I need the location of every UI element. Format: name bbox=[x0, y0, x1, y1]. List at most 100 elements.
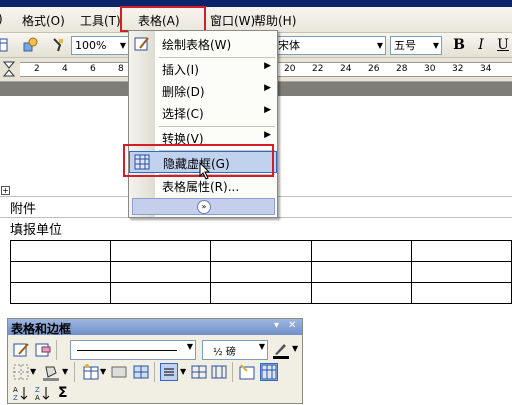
chevron-down-icon: ▼ bbox=[376, 41, 383, 50]
table-cell[interactable] bbox=[9, 261, 112, 283]
chevron-down-icon[interactable]: ▼ bbox=[62, 367, 68, 376]
menu-item-delete[interactable]: 删除(D) ▶ bbox=[129, 80, 277, 102]
autoformat-icon[interactable] bbox=[238, 363, 256, 381]
border-color-icon[interactable] bbox=[272, 341, 290, 359]
tables-borders-toolbar[interactable]: 表格和边框 ▾ ✕ ▼ ½ 磅 ▼ ▼ ▼ ▼ ▼ ▼ A Z Z A Σ bbox=[7, 318, 303, 404]
table-cell[interactable] bbox=[110, 261, 212, 283]
menu-expand-button[interactable]: » bbox=[132, 198, 275, 215]
eraser-icon[interactable] bbox=[34, 341, 52, 359]
ruler-number: 34 bbox=[480, 64, 492, 74]
line-style-preview bbox=[77, 350, 177, 351]
svg-text:Z: Z bbox=[13, 394, 18, 402]
document-table[interactable] bbox=[9, 240, 512, 304]
table-cell[interactable] bbox=[310, 282, 412, 304]
hide-gridlines-icon[interactable] bbox=[260, 363, 278, 381]
drawing-icon[interactable] bbox=[22, 37, 38, 53]
menu-item-label: 绘制表格(W) bbox=[162, 38, 232, 52]
table-cell[interactable] bbox=[310, 240, 412, 262]
svg-text:A: A bbox=[35, 394, 40, 402]
chevron-down-icon: ▼ bbox=[432, 41, 439, 50]
ruler-number: 32 bbox=[452, 64, 464, 74]
distribute-rows-icon[interactable] bbox=[190, 363, 208, 381]
sort-descending-icon[interactable]: ZA bbox=[34, 384, 52, 402]
table-cell[interactable] bbox=[9, 282, 112, 304]
chevron-down-icon[interactable]: ▼ bbox=[30, 367, 36, 376]
chevron-down-icon[interactable]: ▼ bbox=[292, 344, 298, 353]
ruler-number: 24 bbox=[340, 64, 352, 74]
table-icon[interactable] bbox=[0, 37, 8, 53]
table-row bbox=[9, 261, 512, 283]
table-row bbox=[9, 282, 512, 304]
sort-ascending-icon[interactable]: AZ bbox=[12, 384, 30, 402]
toolbar-row-1: ▼ ½ 磅 ▼ ▼ bbox=[10, 338, 300, 362]
table-cell[interactable] bbox=[210, 240, 312, 262]
ruler-number: 20 bbox=[284, 64, 296, 74]
autosum-icon[interactable]: Σ bbox=[58, 384, 76, 402]
align-icon[interactable] bbox=[160, 363, 178, 381]
draw-table-icon[interactable] bbox=[12, 341, 30, 359]
outside-border-icon[interactable] bbox=[12, 363, 30, 381]
toolbar-separator bbox=[154, 362, 155, 382]
ruler-number: 2 bbox=[34, 64, 40, 74]
table-cell[interactable] bbox=[410, 261, 512, 283]
table-cell[interactable] bbox=[110, 282, 212, 304]
table-move-handle-icon[interactable]: + bbox=[1, 186, 10, 195]
table-cell[interactable] bbox=[410, 282, 512, 304]
insert-table-icon[interactable] bbox=[82, 363, 100, 381]
toolbar-row-3: AZ ZA Σ bbox=[10, 381, 300, 405]
menu-item-select[interactable]: 选择(C) ▶ bbox=[129, 102, 277, 124]
toolbar-separator bbox=[74, 362, 75, 382]
zoom-combo[interactable]: 100% ▼ bbox=[71, 36, 129, 55]
indent-marker-icon[interactable] bbox=[2, 61, 16, 82]
line-style-combo[interactable]: ▼ bbox=[70, 340, 196, 360]
table-cell[interactable] bbox=[9, 240, 112, 262]
table-cell[interactable] bbox=[210, 282, 312, 304]
toolbar-options-icon[interactable]: ▾ bbox=[274, 320, 279, 331]
mouse-cursor-icon bbox=[199, 161, 211, 180]
menu-item-label: 选择(C) bbox=[162, 107, 204, 121]
distribute-columns-icon[interactable] bbox=[210, 363, 228, 381]
menu-table-highlight bbox=[120, 6, 206, 32]
table-cell[interactable] bbox=[110, 240, 212, 262]
svg-text:Z: Z bbox=[35, 386, 40, 394]
menu-window[interactable]: 窗口(W) bbox=[210, 12, 255, 29]
ruler-number: 6 bbox=[90, 64, 96, 74]
menu-item-label: 表格属性(R)... bbox=[162, 180, 240, 194]
split-cells-icon[interactable] bbox=[132, 363, 150, 381]
italic-button[interactable]: I bbox=[472, 37, 490, 54]
toolbar-separator bbox=[56, 340, 57, 360]
shading-color-icon[interactable] bbox=[42, 363, 60, 381]
table-row bbox=[9, 240, 512, 262]
close-icon[interactable]: ✕ bbox=[288, 320, 296, 331]
ruler-number: 4 bbox=[62, 64, 68, 74]
font-size-value: 五号 bbox=[394, 39, 416, 52]
format-painter-icon[interactable] bbox=[50, 37, 66, 53]
font-size-combo[interactable]: 五号 ▼ bbox=[390, 36, 442, 55]
ruler-number: 8 bbox=[118, 64, 124, 74]
bold-button[interactable]: B bbox=[450, 37, 468, 54]
chevron-down-icon[interactable]: ▼ bbox=[100, 367, 106, 376]
chevron-down-icon[interactable]: ▼ bbox=[180, 367, 186, 376]
table-menu-dropdown: 绘制表格(W) 插入(I) ▶ 删除(D) ▶ 选择(C) ▶ 转换(V) ▶ … bbox=[128, 30, 278, 218]
menu-item-draw-table[interactable]: 绘制表格(W) bbox=[129, 33, 277, 55]
menu-item-insert[interactable]: 插入(I) ▶ bbox=[129, 58, 277, 80]
line-weight-combo[interactable]: ½ 磅 ▼ bbox=[202, 340, 268, 360]
table-cell[interactable] bbox=[210, 261, 312, 283]
menu-format[interactable]: 格式(O) bbox=[22, 12, 65, 29]
underline-button[interactable]: U bbox=[494, 37, 512, 54]
svg-text:A: A bbox=[13, 386, 18, 394]
ruler-number: 26 bbox=[368, 64, 380, 74]
table-cell[interactable] bbox=[310, 261, 412, 283]
menu-help[interactable]: 帮助(H) bbox=[254, 12, 296, 29]
merge-cells-icon[interactable] bbox=[110, 363, 128, 381]
draw-table-icon bbox=[134, 36, 150, 55]
menu-item-label: 删除(D) bbox=[162, 85, 205, 99]
toolbar-caption[interactable]: 表格和边框 ▾ ✕ bbox=[8, 319, 302, 336]
font-name-combo[interactable]: 宋体 ▼ bbox=[270, 36, 386, 55]
table-cell[interactable] bbox=[410, 240, 512, 262]
menu-overflow-stub[interactable]: ) bbox=[0, 12, 8, 29]
zoom-value: 100% bbox=[75, 39, 107, 52]
chevron-down-icon: ▼ bbox=[186, 342, 193, 351]
menu-tools[interactable]: 工具(T) bbox=[80, 12, 121, 29]
submenu-arrow-icon: ▶ bbox=[264, 83, 271, 93]
